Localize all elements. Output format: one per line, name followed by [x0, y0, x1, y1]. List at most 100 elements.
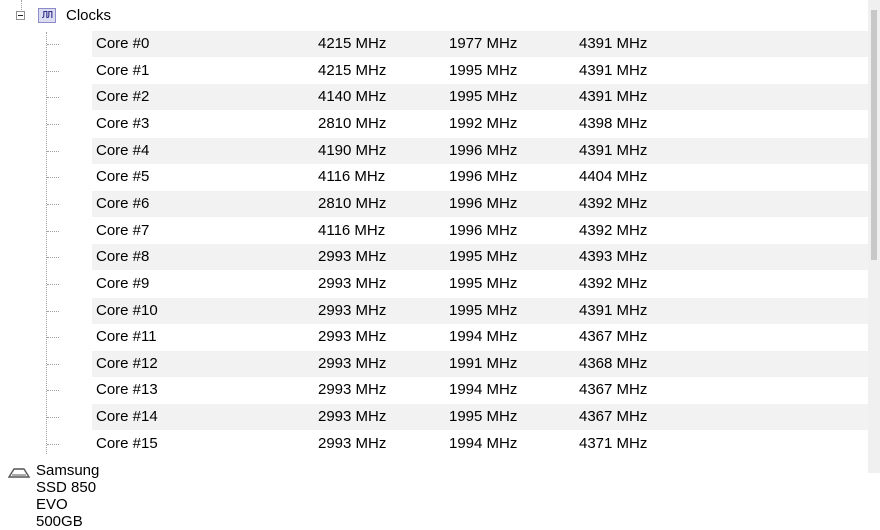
tree-connector — [47, 203, 59, 205]
tree-connector — [47, 443, 59, 445]
max-value: 4367 MHz — [579, 328, 648, 346]
core-name: Core #1 — [96, 61, 150, 79]
current-value: 2810 MHz — [318, 194, 387, 212]
min-value: 1992 MHz — [449, 114, 518, 132]
table-row[interactable]: Core #2 4140 MHz 1995 MHz 4391 MHz — [92, 84, 868, 111]
current-value: 2993 MHz — [318, 434, 387, 452]
max-value: 4391 MHz — [579, 301, 648, 319]
clocks-label: Clocks — [66, 7, 112, 24]
max-value: 4367 MHz — [579, 381, 648, 399]
current-value: 2810 MHz — [318, 114, 387, 132]
core-name: Core #12 — [96, 354, 158, 372]
sensor-tree: ЛЛ Clocks Core #0 4215 MHz 1977 MHz 4391 MH… — [0, 0, 868, 530]
min-value: 1996 MHz — [449, 194, 518, 212]
min-value: 1996 MHz — [449, 141, 518, 159]
tree-connector — [47, 230, 59, 232]
core-name: Core #13 — [96, 381, 158, 399]
ssd-label: Samsung SSD 850 EVO 500GB — [36, 462, 100, 530]
min-value: 1995 MHz — [449, 301, 518, 319]
core-name: Core #2 — [96, 88, 150, 106]
disk-icon — [7, 468, 31, 478]
current-value: 4116 MHz — [318, 168, 386, 186]
max-value: 4392 MHz — [579, 221, 648, 239]
min-value: 1996 MHz — [449, 168, 518, 186]
current-value: 4190 MHz — [318, 141, 387, 159]
current-value: 2993 MHz — [318, 408, 387, 426]
current-value: 2993 MHz — [318, 301, 387, 319]
min-value: 1994 MHz — [449, 434, 518, 452]
core-name: Core #9 — [96, 274, 150, 292]
tree-connector — [47, 310, 59, 312]
current-value: 2993 MHz — [318, 274, 387, 292]
core-name: Core #3 — [96, 114, 150, 132]
min-value: 1977 MHz — [449, 35, 518, 52]
tree-connector — [47, 363, 59, 365]
min-value: 1995 MHz — [449, 88, 518, 106]
table-row[interactable]: Core #5 4116 MHz 1996 MHz 4404 MHz — [92, 164, 868, 190]
table-row[interactable]: Core #12 2993 MHz 1991 MHz 4368 MHz — [92, 350, 868, 377]
max-value: 4391 MHz — [579, 61, 648, 79]
collapse-toggle-icon[interactable] — [16, 11, 25, 20]
table-row[interactable]: Core #13 2993 MHz 1994 MHz 4367 MHz — [92, 377, 868, 403]
min-value: 1994 MHz — [449, 328, 518, 346]
current-value: 4116 MHz — [318, 221, 386, 239]
table-row[interactable]: Core #14 2993 MHz 1995 MHz 4367 MHz — [92, 404, 868, 431]
table-row[interactable]: Core #3 2810 MHz 1992 MHz 4398 MHz — [92, 111, 868, 137]
max-value: 4367 MHz — [579, 408, 648, 426]
current-value: 2993 MHz — [318, 381, 387, 399]
core-name: Core #0 — [96, 35, 150, 52]
max-value: 4404 MHz — [579, 168, 648, 186]
table-row[interactable]: Core #4 4190 MHz 1996 MHz 4391 MHz — [92, 137, 868, 164]
max-value: 4398 MHz — [579, 114, 648, 132]
max-value: 4392 MHz — [579, 194, 648, 212]
core-name: Core #14 — [96, 408, 158, 426]
table-row[interactable]: Core #9 2993 MHz 1995 MHz 4392 MHz — [92, 271, 868, 297]
table-row[interactable]: Core #11 2993 MHz 1994 MHz 4367 MHz — [92, 324, 868, 350]
min-value: 1991 MHz — [449, 354, 518, 372]
core-name: Core #4 — [96, 141, 150, 159]
min-value: 1996 MHz — [449, 221, 518, 239]
tree-connector — [47, 44, 59, 45]
max-value: 4368 MHz — [579, 354, 648, 372]
current-value: 4215 MHz — [318, 61, 387, 79]
tree-connector — [47, 390, 59, 392]
core-name: Core #8 — [96, 248, 150, 266]
table-row[interactable]: Core #0 4215 MHz 1977 MHz 4391 MHz — [92, 31, 868, 57]
tree-connector — [47, 97, 59, 99]
current-value: 2993 MHz — [318, 354, 387, 372]
tree-connector — [47, 417, 59, 419]
max-value: 4391 MHz — [579, 88, 648, 106]
max-value: 4391 MHz — [579, 35, 648, 52]
table-row[interactable]: Core #10 2993 MHz 1995 MHz 4391 MHz — [92, 297, 868, 324]
core-name: Core #6 — [96, 194, 150, 212]
table-row[interactable]: Core #1 4215 MHz 1995 MHz 4391 MHz — [92, 58, 868, 84]
current-value: 2993 MHz — [318, 328, 387, 346]
clock-wave-icon: ЛЛ — [38, 8, 56, 23]
vertical-scrollbar[interactable] — [868, 0, 880, 473]
tree-connector — [47, 177, 59, 179]
current-value: 4140 MHz — [318, 88, 387, 106]
core-name: Core #7 — [96, 221, 150, 239]
min-value: 1995 MHz — [449, 248, 518, 266]
tree-connector — [47, 70, 59, 72]
table-row[interactable]: Core #8 2993 MHz 1995 MHz 4393 MHz — [92, 244, 868, 271]
core-name: Core #11 — [96, 328, 157, 346]
table-row[interactable]: Core #15 2993 MHz 1994 MHz 4371 MHz — [92, 431, 868, 457]
min-value: 1995 MHz — [449, 274, 518, 292]
current-value: 4215 MHz — [318, 35, 387, 52]
core-name: Core #5 — [96, 168, 150, 186]
tree-connector — [47, 337, 59, 339]
max-value: 4391 MHz — [579, 141, 648, 159]
min-value: 1995 MHz — [449, 61, 518, 79]
min-value: 1995 MHz — [449, 408, 518, 426]
max-value: 4393 MHz — [579, 248, 648, 266]
core-name: Core #15 — [96, 434, 158, 452]
table-row[interactable]: Core #6 2810 MHz 1996 MHz 4392 MHz — [92, 190, 868, 217]
table-row[interactable]: Core #7 4116 MHz 1996 MHz 4392 MHz — [92, 218, 868, 244]
scrollbar-thumb[interactable] — [871, 10, 877, 260]
max-value: 4371 MHz — [579, 434, 648, 452]
max-value: 4392 MHz — [579, 274, 648, 292]
tree-connector — [47, 283, 59, 285]
tree-connector — [47, 257, 59, 259]
current-value: 2993 MHz — [318, 248, 387, 266]
